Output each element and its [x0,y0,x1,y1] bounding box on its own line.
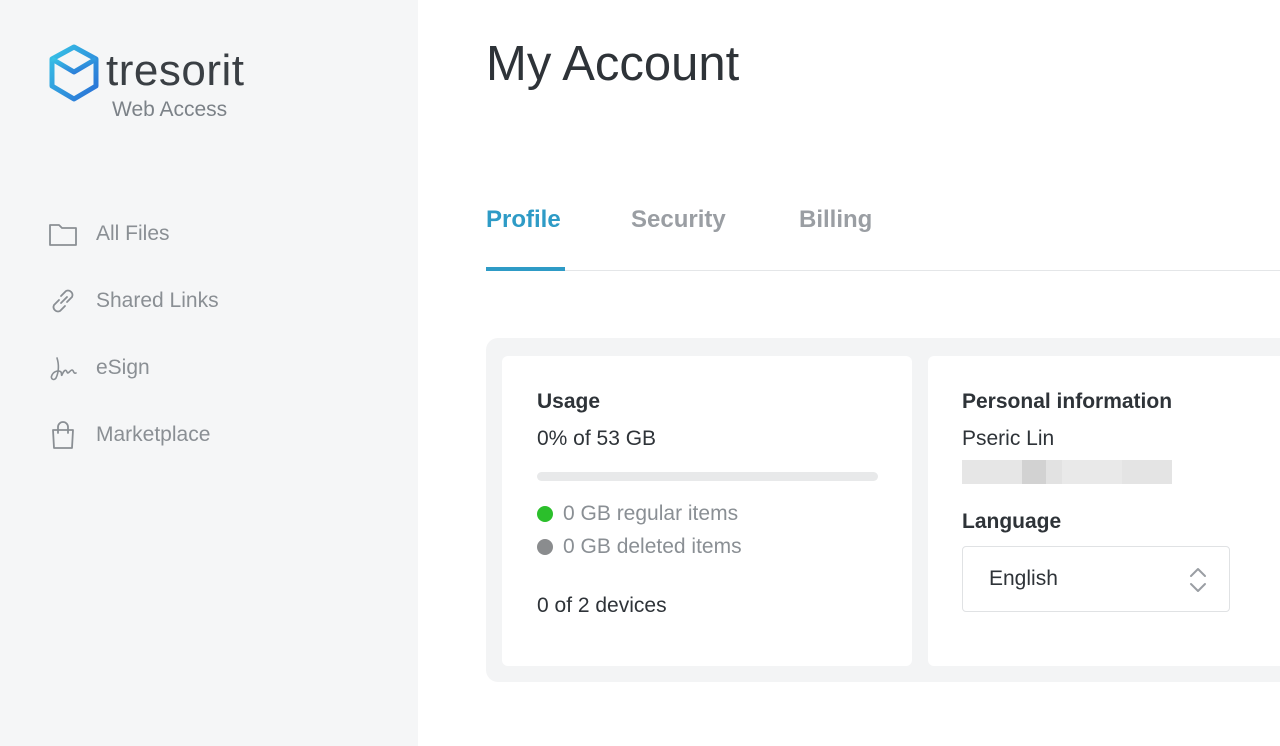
sidebar-item-label: Shared Links [96,288,219,312]
shopping-bag-icon [46,418,80,452]
sidebar-item-label: Marketplace [96,422,211,446]
legend-deleted-items: 0 GB deleted items [537,535,742,559]
brand-name: tresorit [106,46,245,95]
legend-label: 0 GB regular items [563,502,739,525]
brand-logo[interactable]: tresorit Web Access [48,44,288,134]
devices-count: 0 of 2 devices [537,594,667,617]
sidebar-nav: All Files Shared Links eSign Marketplace [46,200,376,468]
main-content: My Account Profile Security Billing Usag… [418,0,1280,746]
link-icon [46,284,80,318]
redacted-email [962,460,1172,484]
sidebar-item-shared-links[interactable]: Shared Links [46,267,376,334]
tab-profile[interactable]: Profile [486,206,561,234]
green-dot-icon [537,506,553,522]
account-tabs: Profile Security Billing [486,190,1280,271]
brand-subtitle: Web Access [112,98,228,121]
usage-summary: 0% of 53 GB [537,427,657,450]
sidebar-item-esign[interactable]: eSign [46,334,376,401]
sidebar-item-marketplace[interactable]: Marketplace [46,401,376,468]
sidebar: tresorit Web Access All Files Shared Lin… [0,0,418,746]
sidebar-item-all-files[interactable]: All Files [46,200,376,267]
usage-card: Usage 0% of 53 GB 0 GB regular items 0 G… [502,356,912,666]
account-panel: Usage 0% of 53 GB 0 GB regular items 0 G… [486,338,1280,682]
language-value: English [989,567,1058,590]
personal-info-title: Personal information [962,390,1173,413]
chevron-up-down-icon [1189,565,1207,600]
language-label: Language [962,510,1062,533]
personal-info-card: Personal information Pseric Lin Language… [928,356,1280,666]
signature-icon [46,351,80,385]
legend-label: 0 GB deleted items [563,535,742,558]
user-name: Pseric Lin [962,427,1055,450]
legend-regular-items: 0 GB regular items [537,502,738,526]
sidebar-item-label: eSign [96,355,150,379]
folder-icon [46,217,80,251]
usage-progress-bar [537,472,878,481]
tab-security[interactable]: Security [631,206,726,234]
active-tab-indicator [486,267,565,271]
language-select[interactable]: English [962,546,1230,612]
hexagon-cube-logo-icon [49,44,99,102]
gray-dot-icon [537,539,553,555]
page-title: My Account [486,37,740,91]
usage-title: Usage [537,390,601,413]
sidebar-item-label: All Files [96,221,170,245]
tab-billing[interactable]: Billing [799,206,872,234]
